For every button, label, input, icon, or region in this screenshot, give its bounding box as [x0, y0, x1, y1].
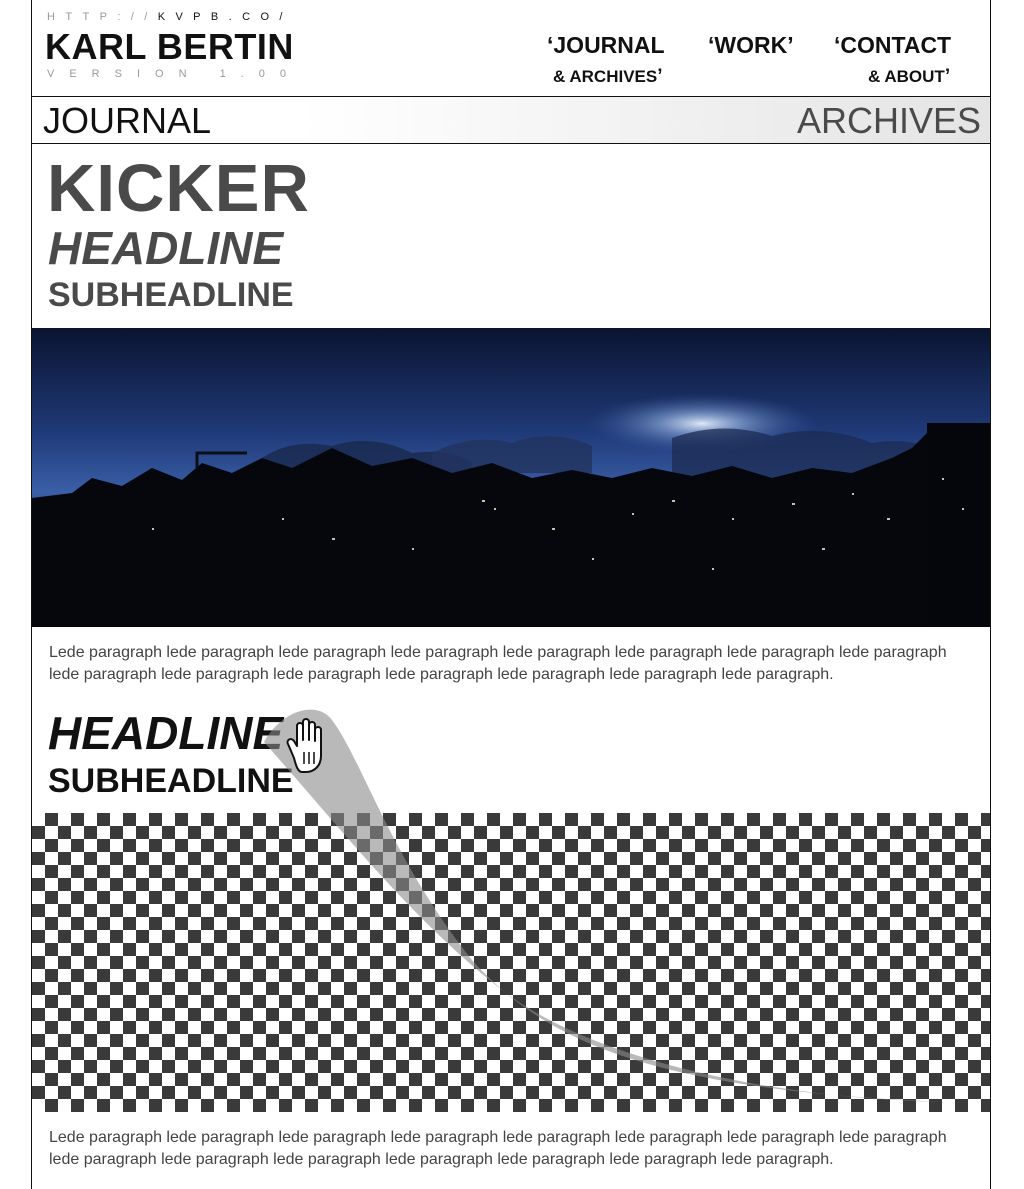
nav-contact-sublabel: & ABOUT’: [868, 66, 951, 87]
article-1-headline[interactable]: HEADLINE: [48, 221, 283, 275]
section-journal-link[interactable]: JOURNAL: [43, 100, 211, 142]
site-url-domain: KVPB.CO/: [157, 11, 293, 23]
section-archives-link[interactable]: ARCHIVES: [797, 100, 981, 142]
article-1-kicker: KICKER: [47, 151, 310, 226]
article-2-headline[interactable]: HEADLINE: [48, 706, 283, 760]
nav-work[interactable]: ‘WORK’: [708, 32, 808, 62]
nav-journal[interactable]: ‘JOURNAL & ARCHIVES’: [547, 32, 697, 92]
nav-contact[interactable]: ‘CONTACT & ABOUT’: [834, 32, 984, 92]
article-2-lede: Lede paragraph lede paragraph lede parag…: [49, 1129, 947, 1168]
article-1-subheadline: SUBHEADLINE: [48, 276, 294, 314]
site-name-logo[interactable]: KARL BERTIN: [45, 26, 294, 68]
page-frame: HTTP://KVPB.CO/ KARL BERTIN VERSION 1.00…: [31, 0, 991, 1189]
site-version: VERSION 1.00: [47, 68, 301, 80]
article-2-image-placeholder[interactable]: [32, 813, 990, 1112]
night-skyline-photo: [32, 328, 990, 627]
site-url-prefix: HTTP://: [47, 11, 158, 23]
nav-journal-sublabel: & ARCHIVES’: [553, 66, 663, 87]
site-url[interactable]: HTTP://KVPB.CO/: [47, 11, 293, 23]
nav-journal-label: ‘JOURNAL: [547, 32, 665, 58]
article-2-subheadline: SUBHEADLINE: [48, 762, 294, 800]
nav-contact-label: ‘CONTACT: [834, 32, 952, 58]
site-header: HTTP://KVPB.CO/ KARL BERTIN VERSION 1.00…: [32, 0, 990, 96]
nav-work-label: ‘WORK’: [708, 32, 794, 58]
section-bar: JOURNAL ARCHIVES: [32, 97, 990, 144]
article-1-lede: Lede paragraph lede paragraph lede parag…: [49, 644, 947, 683]
article-1-hero-image[interactable]: [32, 328, 990, 627]
